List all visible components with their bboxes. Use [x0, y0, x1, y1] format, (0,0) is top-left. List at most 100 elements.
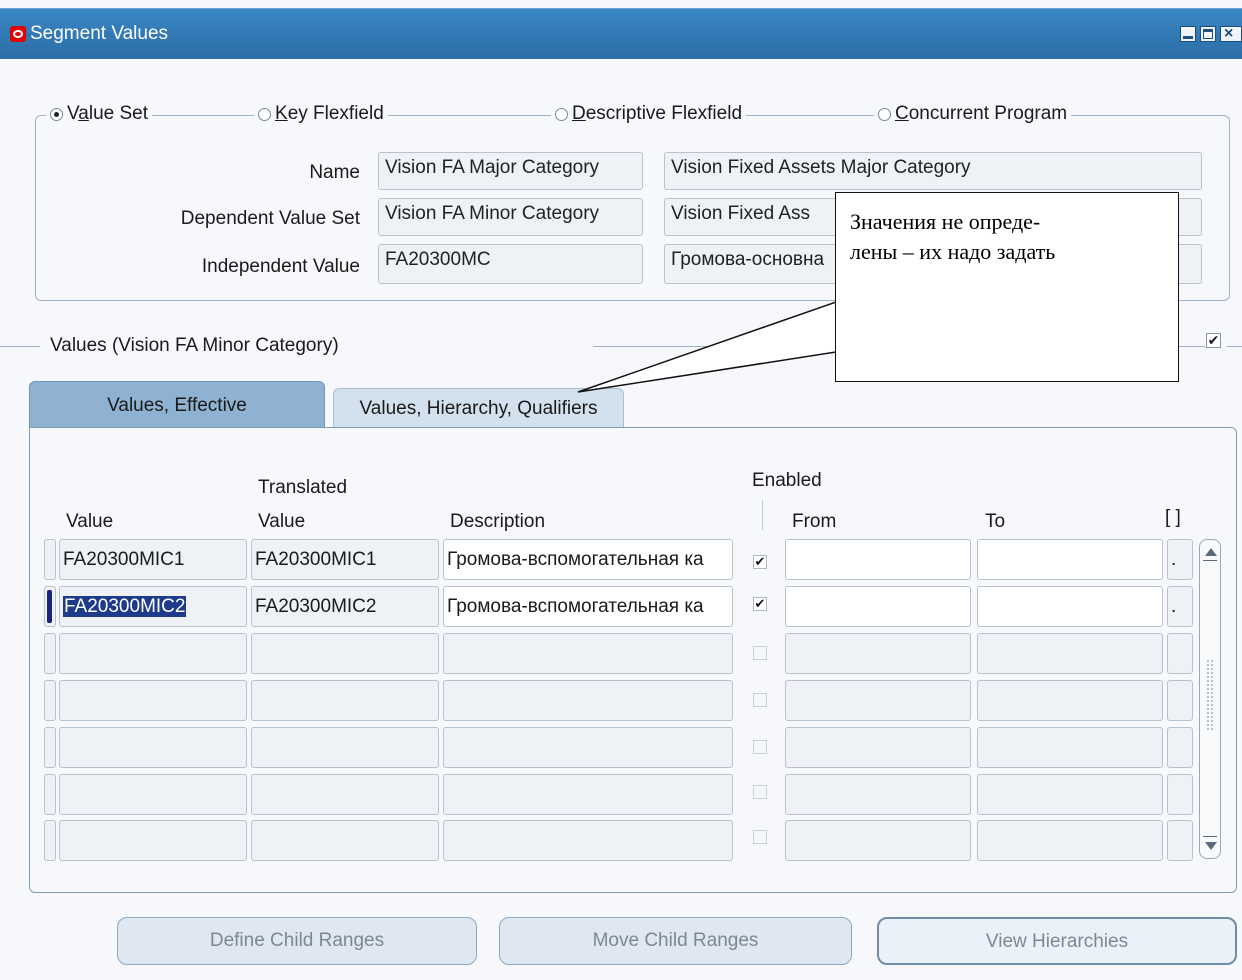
description-cell[interactable] — [443, 633, 733, 674]
callout-line-1: Значения не опреде- — [850, 209, 1041, 234]
radio-key-flexfield[interactable]: Key Flexfield — [254, 103, 388, 125]
minimize-icon[interactable] — [1180, 26, 1196, 42]
description-cell[interactable] — [443, 820, 733, 861]
row-selector[interactable] — [44, 633, 56, 674]
enabled-checkbox[interactable]: ✔ — [753, 597, 767, 611]
row-selector-current[interactable] — [44, 586, 56, 627]
enabled-checkbox[interactable] — [753, 693, 767, 707]
name-description-field[interactable]: Vision Fixed Assets Major Category — [664, 152, 1202, 190]
tab-values-effective[interactable]: Values, Effective — [29, 381, 325, 429]
value-cell[interactable] — [59, 680, 247, 721]
row-selector[interactable] — [44, 727, 56, 768]
enabled-checkbox[interactable] — [753, 785, 767, 799]
values-section-checkbox[interactable]: ✔ — [1206, 333, 1221, 348]
description-cell[interactable] — [443, 774, 733, 815]
value-cell[interactable]: FA20300MIC1 — [59, 539, 247, 580]
from-date-cell[interactable] — [785, 820, 971, 861]
scroll-up-icon[interactable] — [1205, 548, 1217, 556]
column-header-flexfield: [ ] — [1165, 507, 1181, 528]
window-title-bar: Segment Values × — [0, 8, 1242, 59]
description-cell[interactable]: Громова-вспомогательная ка — [443, 539, 733, 580]
translated-value-cell[interactable] — [251, 727, 439, 768]
row-selector[interactable] — [44, 680, 56, 721]
scroll-divider — [1203, 836, 1217, 837]
dependent-value-set-field[interactable]: Vision FA Minor Category — [378, 198, 643, 236]
flexfield-cell[interactable]: . — [1167, 586, 1193, 627]
to-date-cell[interactable] — [977, 820, 1163, 861]
callout-pointer — [577, 300, 837, 393]
radio-value-set[interactable]: Value Set — [46, 103, 152, 125]
from-date-cell[interactable] — [785, 539, 971, 580]
enabled-checkbox[interactable]: ✔ — [753, 555, 767, 569]
description-cell[interactable] — [443, 727, 733, 768]
callout-line-2: лены – их надо задать — [850, 239, 1056, 264]
dependent-value-set-label: Dependent Value Set — [180, 208, 360, 229]
radio-descriptive-flexfield[interactable]: Descriptive Flexfield — [551, 103, 747, 125]
radio-empty-icon — [555, 107, 568, 121]
to-date-cell[interactable] — [977, 633, 1163, 674]
flexfield-cell[interactable] — [1167, 727, 1193, 768]
radio-selected-icon — [50, 107, 63, 121]
scroll-down-icon[interactable] — [1205, 842, 1217, 850]
translated-value-cell[interactable] — [251, 774, 439, 815]
translated-value-cell[interactable] — [251, 680, 439, 721]
scroll-divider — [1203, 560, 1217, 561]
translated-value-cell[interactable] — [251, 820, 439, 861]
radio-empty-icon — [878, 107, 891, 121]
from-date-cell[interactable] — [785, 774, 971, 815]
define-child-ranges-label: Define Child Ranges — [209, 930, 385, 951]
view-hierarchies-button[interactable]: View Hierarchies — [877, 917, 1237, 965]
translated-value-cell[interactable]: FA20300MIC2 — [251, 586, 439, 627]
translated-value-cell[interactable]: FA20300MIC1 — [251, 539, 439, 580]
radio-concurrent-program[interactable]: Concurrent Program — [874, 103, 1072, 125]
flexfield-cell[interactable]: . — [1167, 539, 1193, 580]
annotation-callout: Значения не опреде- лены – их надо задат… — [835, 192, 1179, 382]
independent-value-label: Independent Value — [201, 256, 360, 277]
define-child-ranges-button[interactable]: Define Child Ranges — [117, 917, 477, 965]
name-field[interactable]: Vision FA Major Category — [378, 152, 643, 190]
enabled-checkbox[interactable] — [753, 740, 767, 754]
to-date-cell[interactable] — [977, 774, 1163, 815]
row-selector[interactable] — [44, 539, 56, 580]
to-date-cell[interactable] — [977, 586, 1163, 627]
value-cell[interactable] — [59, 727, 247, 768]
oracle-logo-icon — [10, 26, 26, 42]
enabled-checkbox[interactable] — [753, 830, 767, 844]
description-cell[interactable]: Громова-вспомогательная ка — [443, 586, 733, 627]
from-date-cell[interactable] — [785, 727, 971, 768]
value-cell-selected[interactable]: FA20300MIC2 — [59, 586, 247, 627]
vertical-scrollbar[interactable] — [1199, 539, 1221, 859]
description-cell[interactable] — [443, 680, 733, 721]
row-selector[interactable] — [44, 774, 56, 815]
flexfield-cell[interactable] — [1167, 680, 1193, 721]
value-cell[interactable] — [59, 820, 247, 861]
value-cell[interactable] — [59, 774, 247, 815]
scroll-grip-icon[interactable] — [1207, 660, 1213, 730]
to-date-cell[interactable] — [977, 680, 1163, 721]
flexfield-cell[interactable] — [1167, 774, 1193, 815]
column-header-to: To — [985, 511, 1006, 532]
flexfield-cell[interactable] — [1167, 820, 1193, 861]
value-cell[interactable] — [59, 633, 247, 674]
to-date-cell[interactable] — [977, 539, 1163, 580]
section-divider — [0, 346, 40, 347]
maximize-icon[interactable] — [1200, 26, 1216, 42]
column-header-translated: Translated — [258, 477, 348, 498]
translated-value-cell[interactable] — [251, 633, 439, 674]
move-child-ranges-button[interactable]: Move Child Ranges — [499, 917, 852, 965]
from-date-cell[interactable] — [785, 586, 971, 627]
enabled-checkbox[interactable] — [753, 646, 767, 660]
from-date-cell[interactable] — [785, 680, 971, 721]
window-title: Segment Values — [30, 23, 169, 44]
enabled-divider — [762, 500, 763, 530]
independent-value-field[interactable]: FA20300MC — [378, 244, 643, 284]
from-date-cell[interactable] — [785, 633, 971, 674]
flexfield-cell[interactable] — [1167, 633, 1193, 674]
column-header-description: Description — [450, 511, 546, 532]
to-date-cell[interactable] — [977, 727, 1163, 768]
column-header-enabled: Enabled — [752, 470, 822, 491]
column-header-from: From — [792, 511, 837, 532]
close-icon[interactable]: × — [1220, 25, 1242, 42]
values-section-title: Values (Vision FA Minor Category) — [50, 335, 339, 356]
row-selector[interactable] — [44, 820, 56, 861]
